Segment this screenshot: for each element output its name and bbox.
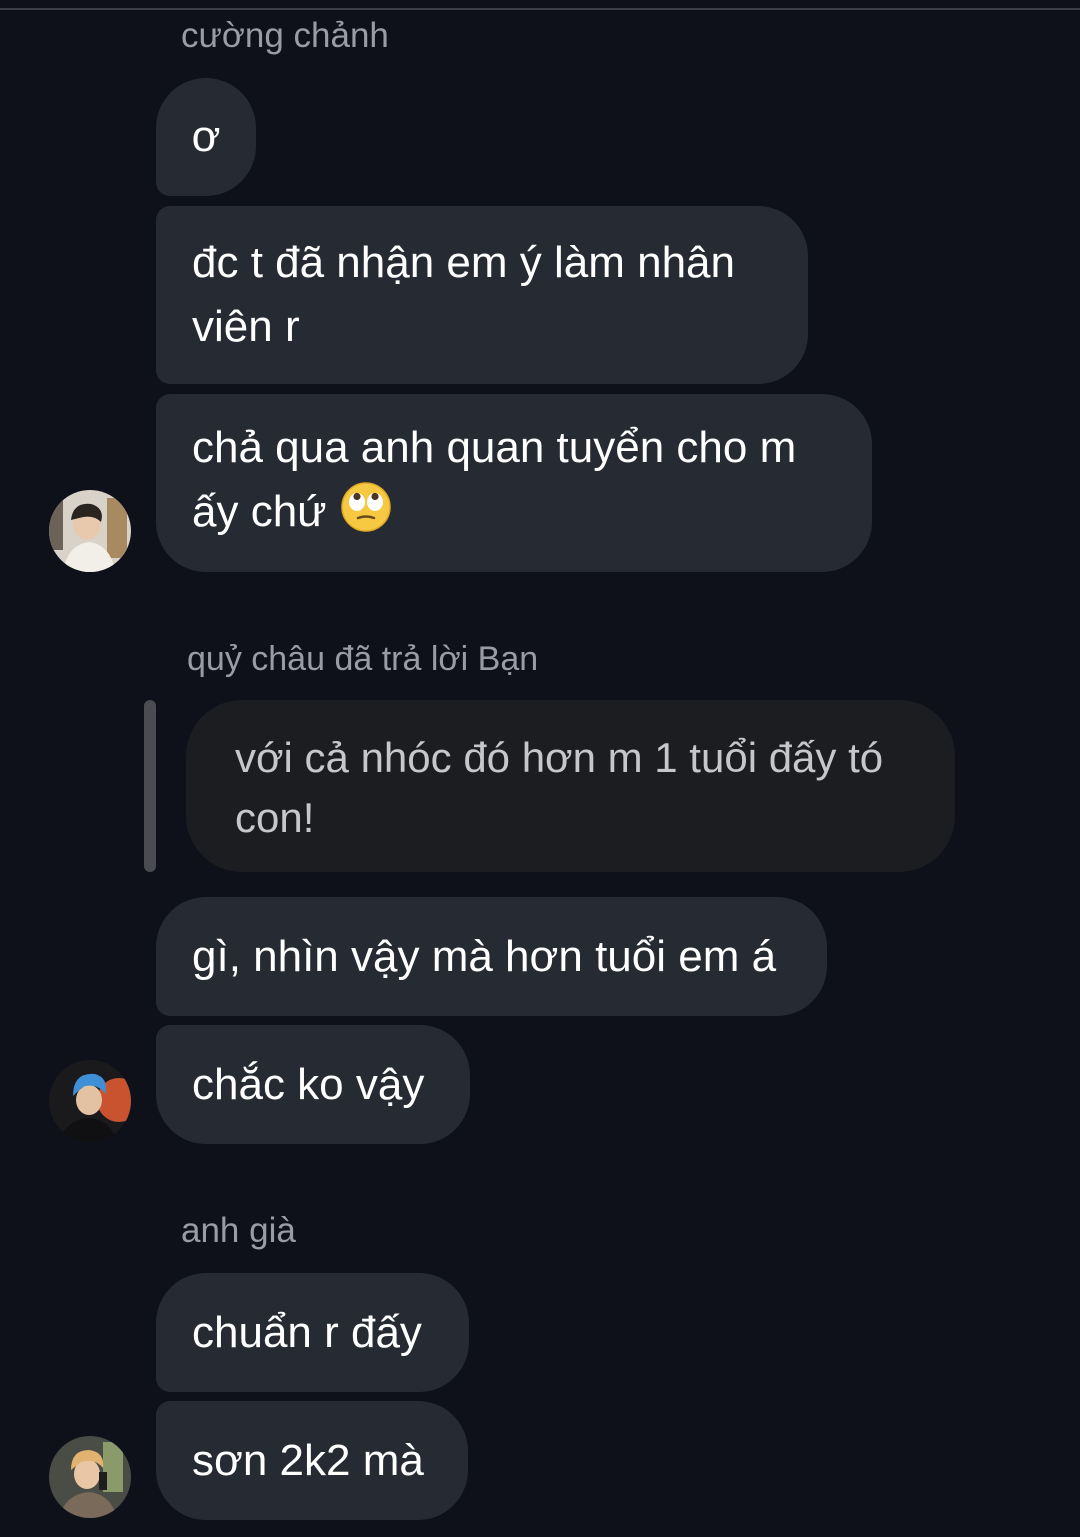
- reply-header: quỷ châu đã trả lời Bạn: [187, 640, 539, 678]
- message-bubble[interactable]: đc t đã nhận em ý làm nhân viên r: [156, 206, 808, 384]
- message-text: chuẩn r đấy: [192, 1307, 422, 1357]
- sender-name: cường chảnh: [181, 16, 389, 55]
- top-divider: [0, 8, 1080, 10]
- face-with-rolling-eyes-icon: [340, 482, 391, 550]
- message-bubble[interactable]: ơ: [156, 78, 256, 196]
- message-text: sơn 2k2 mà: [192, 1435, 424, 1485]
- quoted-message[interactable]: với cả nhóc đó hơn m 1 tuổi đấy tó con!: [186, 700, 955, 872]
- reply-indicator-bar: [144, 700, 156, 872]
- message-bubble[interactable]: chắc ko vậy: [156, 1025, 470, 1144]
- user-avatar[interactable]: [49, 1436, 131, 1518]
- sender-name: anh già: [181, 1211, 296, 1250]
- message-text: chả qua anh quan tuyển cho m ấy chứ: [192, 416, 836, 550]
- message-bubble[interactable]: chả qua anh quan tuyển cho m ấy chứ: [156, 394, 872, 572]
- message-bubble[interactable]: gì, nhìn vậy mà hơn tuổi em á: [156, 897, 827, 1016]
- quoted-message-text: với cả nhóc đó hơn m 1 tuổi đấy tó con!: [235, 734, 884, 841]
- message-bubble[interactable]: sơn 2k2 mà: [156, 1401, 468, 1520]
- message-text: gì, nhìn vậy mà hơn tuổi em á: [192, 931, 777, 981]
- message-text: đc t đã nhận em ý làm nhân viên r: [192, 238, 735, 351]
- user-avatar[interactable]: [49, 1060, 131, 1142]
- message-bubble[interactable]: chuẩn r đấy: [156, 1273, 469, 1392]
- message-text: ơ: [191, 112, 221, 161]
- message-text: chắc ko vậy: [192, 1059, 425, 1109]
- user-avatar[interactable]: [49, 490, 131, 572]
